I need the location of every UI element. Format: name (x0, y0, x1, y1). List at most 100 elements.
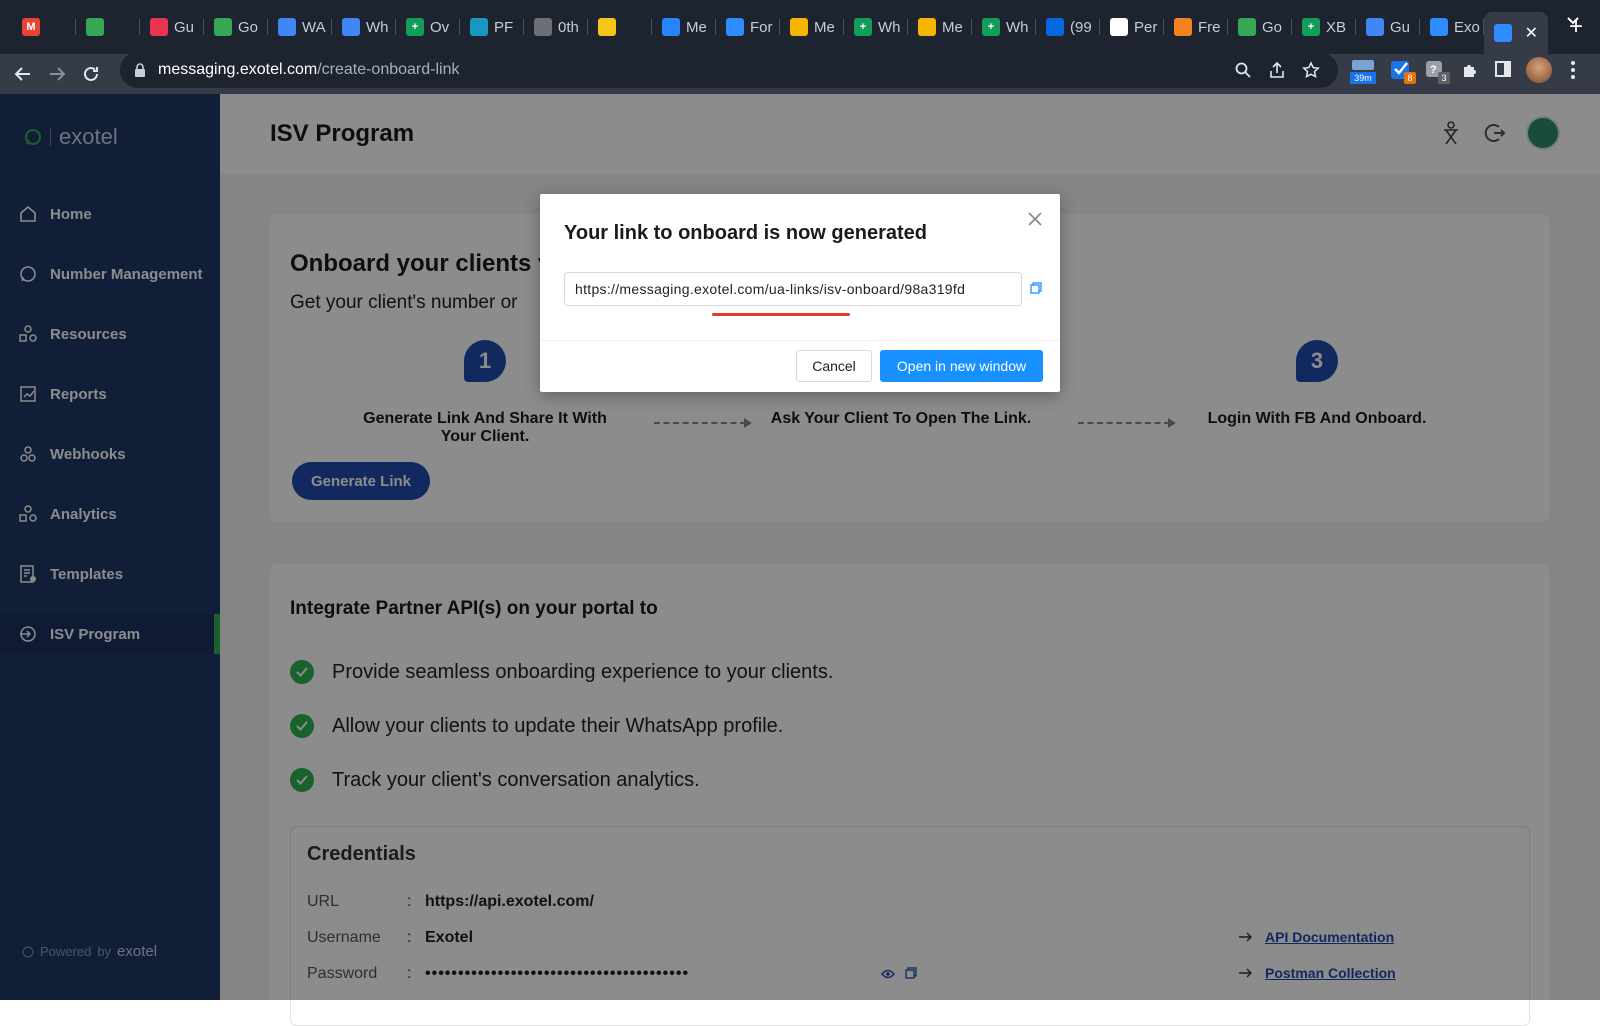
tab-label: (99 (1070, 18, 1092, 36)
tab-favicon-icon: + (982, 18, 1000, 36)
extensions-puzzle-icon[interactable] (1460, 60, 1480, 80)
tab-favicon-icon: M (22, 18, 40, 36)
tab-favicon-icon (726, 18, 744, 36)
browser-tab[interactable]: Gu (140, 8, 204, 46)
copy-icon[interactable] (1030, 282, 1042, 294)
helper-extension-badge: 3 (1438, 72, 1450, 84)
browser-tab[interactable]: Wh (332, 8, 396, 46)
helper-extension-icon[interactable]: ? 3 (1424, 58, 1450, 84)
browser-menu-icon[interactable] (1570, 60, 1576, 80)
tab-favicon-icon (150, 18, 168, 36)
browser-tab[interactable]: Me (780, 8, 844, 46)
onboard-link-modal: Your link to onboard is now generated ht… (540, 194, 1060, 392)
task-extension-badge: 8 (1404, 72, 1416, 84)
browser-tab[interactable]: (99 (1036, 8, 1100, 46)
back-button[interactable] (6, 65, 40, 83)
tab-favicon-icon (470, 18, 488, 36)
reload-button[interactable] (74, 65, 108, 83)
tab-label: WA (302, 18, 326, 36)
tab-label: PF (494, 18, 514, 36)
browser-tab[interactable]: + Ov (396, 8, 460, 46)
tab-favicon-icon: + (406, 18, 424, 36)
browser-tab[interactable]: 0th (524, 8, 588, 46)
tab-label: Per (1134, 18, 1158, 36)
tab-label: Wh (878, 18, 901, 36)
tab-label: For (750, 18, 773, 36)
tab-label: Go (1262, 18, 1283, 36)
tab-favicon-icon (1366, 18, 1384, 36)
tab-label: Me (942, 18, 963, 36)
browser-tab[interactable]: + Wh (972, 8, 1036, 46)
tab-label: Gu (174, 18, 195, 36)
tab-favicon-icon: + (854, 18, 872, 36)
close-icon[interactable] (1028, 212, 1042, 226)
tab-label: Ov (430, 18, 450, 36)
tab-favicon-icon (790, 18, 808, 36)
address-bar[interactable]: messaging.exotel.com/create-onboard-link (120, 52, 1338, 88)
browser-tab[interactable]: For (716, 8, 780, 46)
browser-tab[interactable]: Me (908, 8, 972, 46)
browser-tab[interactable]: Fre (1164, 8, 1228, 46)
tab-label: XB (1326, 18, 1347, 36)
profile-avatar[interactable] (1526, 57, 1552, 83)
browser-tab[interactable]: WA (268, 8, 332, 46)
tab-favicon-icon (1494, 24, 1512, 42)
tab-label: Gu (1390, 18, 1411, 36)
cancel-button[interactable]: Cancel (796, 350, 872, 382)
browser-tab[interactable] (588, 8, 652, 46)
browser-tab[interactable]: Me (652, 8, 716, 46)
tab-favicon-icon (918, 18, 936, 36)
tab-favicon-icon (662, 18, 680, 36)
url-host: messaging.exotel.com (158, 61, 318, 78)
browser-tab[interactable]: Gu (1356, 8, 1420, 46)
svg-text:?: ? (1430, 64, 1437, 76)
browser-tab[interactable]: Go (204, 8, 268, 46)
browser-tab[interactable]: M (12, 8, 76, 46)
tab-label: Wh (366, 18, 389, 36)
modal-footer-divider (540, 340, 1060, 341)
browser-tab[interactable]: + XB (1292, 8, 1356, 46)
tab-label: Go (238, 18, 259, 36)
tab-search-chevron-icon[interactable] (1566, 16, 1580, 26)
browser-tab[interactable]: Per (1100, 8, 1164, 46)
open-in-new-window-button[interactable]: Open in new window (880, 350, 1043, 382)
tab-favicon-icon (342, 18, 360, 36)
bookmark-star-icon[interactable] (1302, 61, 1320, 79)
timer-extension-icon[interactable]: 39m (1350, 58, 1376, 84)
browser-tab[interactable]: + Wh (844, 8, 908, 46)
tab-close-icon[interactable]: ✕ (1525, 23, 1538, 43)
browser-tab-active[interactable]: ✕ (1484, 12, 1548, 54)
tab-favicon-icon (1238, 18, 1256, 36)
tab-favicon-icon (1110, 18, 1128, 36)
modal-title: Your link to onboard is now generated (564, 222, 927, 244)
tab-label: Me (686, 18, 707, 36)
zoom-icon[interactable] (1234, 61, 1252, 79)
browser-tab[interactable] (76, 8, 140, 46)
tab-favicon-icon (1046, 18, 1064, 36)
tab-label: Me (814, 18, 835, 36)
tab-label: Wh (1006, 18, 1029, 36)
tab-label: 0th (558, 18, 579, 36)
tab-favicon-icon (598, 18, 616, 36)
tab-favicon-icon: + (1302, 18, 1320, 36)
forward-button[interactable] (40, 65, 74, 83)
tab-favicon-icon (214, 18, 232, 36)
timer-extension-label: 39m (1350, 72, 1376, 84)
side-panel-icon[interactable] (1494, 60, 1512, 78)
task-extension-icon[interactable]: 8 (1390, 58, 1416, 84)
tab-label: Fre (1198, 18, 1221, 36)
share-icon[interactable] (1268, 61, 1286, 79)
browser-tab[interactable]: Go (1228, 8, 1292, 46)
tab-favicon-icon (86, 18, 104, 36)
tab-label: Exo (1454, 18, 1480, 36)
tab-favicon-icon (1430, 18, 1448, 36)
browser-tab[interactable]: PF (460, 8, 524, 46)
tab-favicon-icon (534, 18, 552, 36)
url-path: /create-onboard-link (317, 61, 460, 78)
onboard-link-field[interactable]: https://messaging.exotel.com/ua-links/is… (564, 272, 1022, 306)
tab-favicon-icon (1174, 18, 1192, 36)
highlight-underline (712, 313, 850, 316)
browser-tab[interactable]: Exo (1420, 8, 1484, 46)
browser-tab-strip: M Gu Go WA Wh + Ov PF 0th Me For Me + Wh Me + Wh (99 Per Fr… (0, 0, 1600, 54)
lock-icon (134, 63, 146, 77)
